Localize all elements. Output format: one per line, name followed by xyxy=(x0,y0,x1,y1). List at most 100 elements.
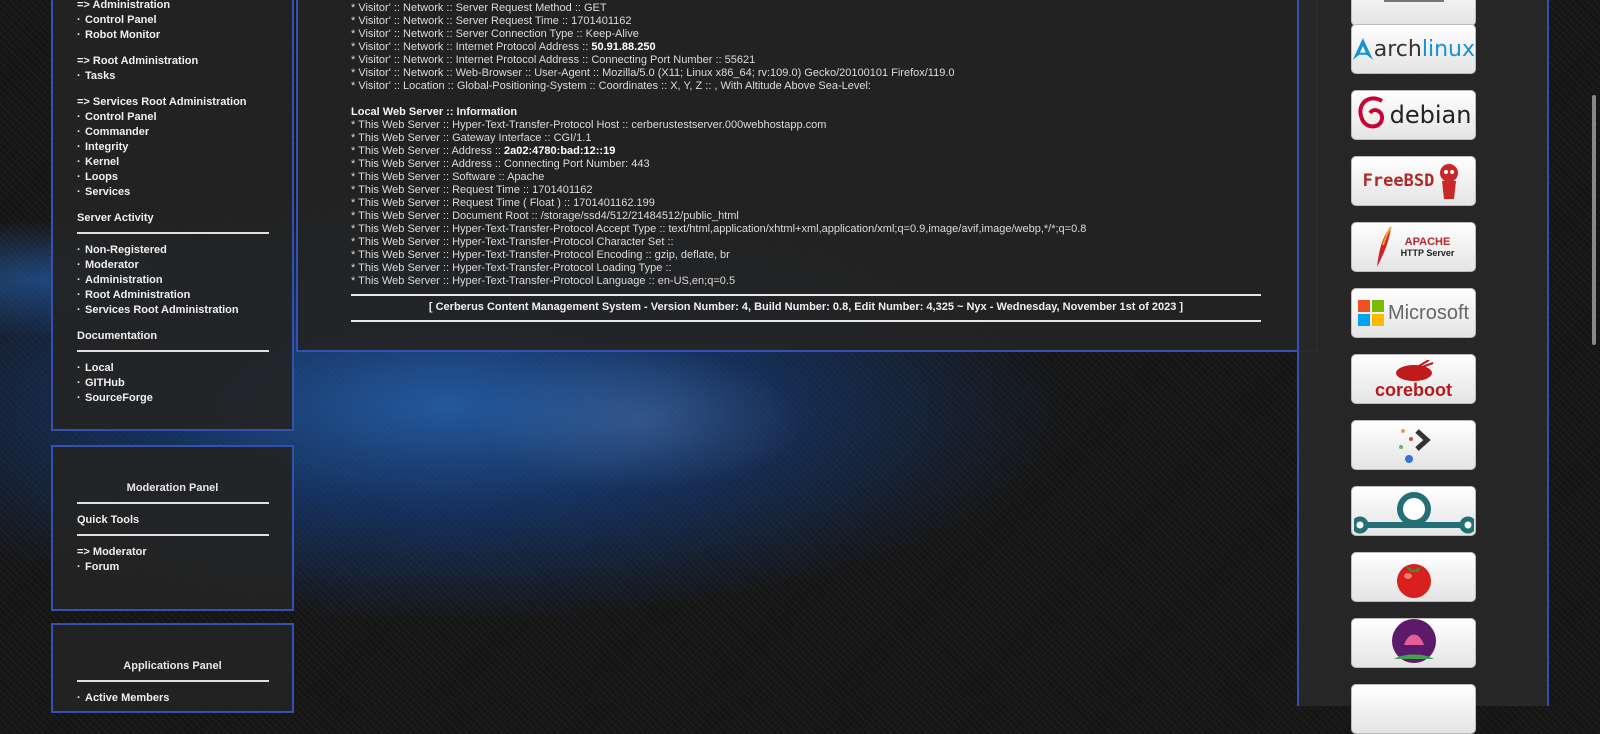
info-line-text: * Visitor' :: Location :: Global-Positio… xyxy=(351,80,871,92)
nav-link-administration[interactable]: · Administration xyxy=(77,273,268,288)
server-activity-heading: Server Activity xyxy=(77,212,154,224)
lotus-icon xyxy=(1391,619,1436,663)
apache-badge[interactable]: APACHE HTTP Server xyxy=(1351,222,1476,272)
nav-link-label: Administration xyxy=(85,274,163,286)
info-line-text: * This Web Server :: Gateway Interface :… xyxy=(351,132,592,144)
nav-link-kernel[interactable]: · Kernel xyxy=(77,155,268,170)
nav-link-non-registered[interactable]: · Non-Registered xyxy=(77,243,268,258)
nav-link-forum[interactable]: · Forum xyxy=(77,560,268,575)
bullet-icon: · xyxy=(77,29,81,41)
nav-link-root-administration[interactable]: · Root Administration xyxy=(77,288,268,303)
info-line: * This Web Server :: Request Time ( Floa… xyxy=(351,197,655,210)
info-line: * Visitor' :: Network :: Internet Protoc… xyxy=(351,41,656,54)
bullet-icon: · xyxy=(77,171,81,183)
info-line-text: * This Web Server :: Hyper-Text-Transfer… xyxy=(351,119,827,131)
nav-link-label: Local xyxy=(85,362,114,374)
info-line-text: * Visitor' :: Network :: Web-Browser :: … xyxy=(351,67,955,79)
nav-link-local[interactable]: · Local xyxy=(77,361,268,376)
bullet-icon: · xyxy=(77,186,81,198)
info-line: * This Web Server :: Document Root :: /s… xyxy=(351,210,739,223)
freebsd-badge[interactable]: FreeBSD xyxy=(1351,156,1476,206)
root-administration-heading[interactable]: => Root Administration xyxy=(77,54,268,69)
bullet-icon: · xyxy=(77,289,81,301)
applications-panel: Applications Panel · Active Members xyxy=(51,623,294,713)
apache-feather-icon xyxy=(1376,226,1392,267)
nav-link-label: Integrity xyxy=(85,141,129,153)
ring-badge[interactable] xyxy=(1351,486,1476,536)
nav-link-label: Moderator xyxy=(85,259,139,271)
nav-link-label: GITHub xyxy=(85,377,125,389)
info-line: * This Web Server :: Hyper-Text-Transfer… xyxy=(351,236,674,249)
nav-link-label: Commander xyxy=(85,126,150,138)
nav-link-commander[interactable]: · Commander xyxy=(77,125,268,140)
nav-link-tasks[interactable]: · Tasks xyxy=(77,69,268,84)
services-root-administration-heading[interactable]: => Services Root Administration xyxy=(77,95,268,110)
info-line-text: * This Web Server :: Hyper-Text-Transfer… xyxy=(351,236,674,248)
wrench-icon xyxy=(1383,0,1444,2)
navigation-panel: => Administration · Control Panel · Robot Mo… xyxy=(51,0,294,431)
divider xyxy=(77,502,269,504)
nav-link-control-panel[interactable]: · Control Panel xyxy=(77,110,268,125)
divider xyxy=(351,294,1261,296)
debian-badge[interactable]: debian xyxy=(1351,90,1476,140)
nav-link-label: Tasks xyxy=(85,70,116,82)
badge-bottom-partial[interactable] xyxy=(1351,684,1476,734)
info-line-text: * This Web Server :: Hyper-Text-Transfer… xyxy=(351,262,672,274)
nav-link-robot-monitor[interactable]: · Robot Monitor xyxy=(77,28,268,43)
nav-link--administration[interactable]: => Administration xyxy=(77,0,268,13)
info-line: * This Web Server :: Address :: Connecti… xyxy=(351,158,650,171)
nav-link-label: Root Administration xyxy=(85,289,191,301)
info-line-text: * Visitor' :: Network :: Server Request … xyxy=(351,15,632,27)
bullet-icon: · xyxy=(77,362,81,374)
info-line: * Visitor' :: Network :: Server Request … xyxy=(351,15,632,28)
coreboot-badge[interactable]: coreboot xyxy=(1351,354,1476,404)
nav-link-integrity[interactable]: · Integrity xyxy=(77,140,268,155)
bullet-icon: · xyxy=(77,111,81,123)
bullet-icon: · xyxy=(77,126,81,138)
archlinux-badge[interactable]: arch linux xyxy=(1351,24,1476,74)
info-line: * Visitor' :: Location :: Global-Positio… xyxy=(351,80,871,93)
bullet-icon: · xyxy=(77,70,81,82)
info-line: * This Web Server :: Hyper-Text-Transfer… xyxy=(351,275,735,288)
microsoft-badge[interactable]: Microsoft xyxy=(1351,288,1476,338)
nav-link-label: Control Panel xyxy=(85,14,157,26)
nav-link-services-root-administration[interactable]: · Services Root Administration xyxy=(77,303,268,318)
info-line-text: * This Web Server :: Request Time ( Floa… xyxy=(351,197,655,209)
archlinux-logo-icon xyxy=(1352,38,1374,60)
tomato-icon xyxy=(1396,564,1431,598)
info-line-text: * This Web Server :: Document Root :: /s… xyxy=(351,210,739,222)
bullet-icon: · xyxy=(77,259,81,271)
info-line-text: * This Web Server :: Request Time :: 170… xyxy=(351,184,593,196)
nav-link-label: Kernel xyxy=(85,156,120,168)
freebsd-text: FreeBSD xyxy=(1362,171,1435,191)
nav-link-github[interactable]: · GITHub xyxy=(77,376,268,391)
moderator-heading[interactable]: => Moderator xyxy=(77,545,268,560)
info-line: * This Web Server :: Software :: Apache xyxy=(351,171,544,184)
nav-link-sourceforge[interactable]: · SourceForge xyxy=(77,391,268,406)
page-scrollbar[interactable] xyxy=(1592,95,1596,345)
nav-link-label: Loops xyxy=(85,171,118,183)
bullet-icon: · xyxy=(77,304,81,316)
archlinux-text-b: linux xyxy=(1421,36,1475,62)
tomato-badge[interactable] xyxy=(1351,552,1476,602)
bullet-icon: · xyxy=(77,377,81,389)
prompt-badge[interactable] xyxy=(1351,420,1476,470)
divider xyxy=(77,350,269,352)
ring-logo-icon xyxy=(1353,492,1474,534)
nav-link-loops[interactable]: · Loops xyxy=(77,170,268,185)
info-line-text: * This Web Server :: Hyper-Text-Transfer… xyxy=(351,249,730,261)
server-info-heading: Local Web Server :: Information xyxy=(351,106,518,118)
info-line-value: 50.91.88.250 xyxy=(591,41,656,53)
badge-top-partial[interactable] xyxy=(1351,0,1476,26)
info-line: * Visitor' :: Network :: Server Connecti… xyxy=(351,28,639,41)
nav-link-moderator[interactable]: · Moderator xyxy=(77,258,268,273)
nav-link-services[interactable]: · Services xyxy=(77,185,268,200)
info-line-text: * This Web Server :: Address :: Connecti… xyxy=(351,158,650,170)
apache-subtext: HTTP Server xyxy=(1400,248,1455,258)
lotus-badge[interactable] xyxy=(1351,618,1476,668)
information-panel: * Visitor' :: Network :: Server Request … xyxy=(296,0,1318,352)
bullet-icon: · xyxy=(77,156,81,168)
nav-link-control-panel[interactable]: · Control Panel xyxy=(77,13,268,28)
microsoft-text: Microsoft xyxy=(1387,301,1470,324)
info-line-text: * This Web Server :: Address :: xyxy=(351,145,505,157)
